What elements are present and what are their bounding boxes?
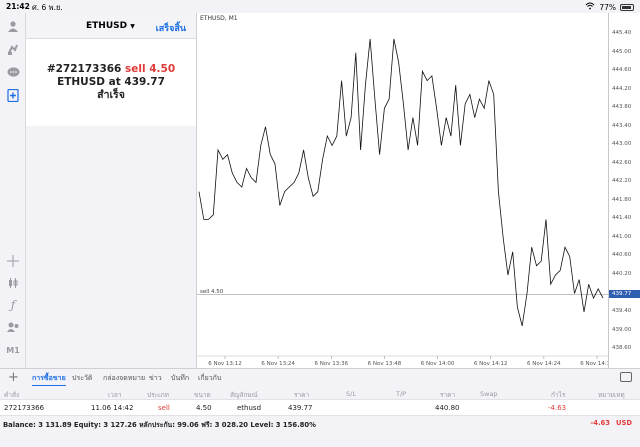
crosshair-icon[interactable] [4,252,22,270]
order-result: #272173366 sell 4.50 ETHUSD at 439.77 สำ… [26,63,196,102]
price-series-line [198,38,604,327]
price-chart[interactable]: ETHUSD, M1 6 Nov 13:12 6 Nov 13:24 6 Nov 1… [196,13,609,368]
chat-icon[interactable] [4,63,22,81]
bottom-area [0,431,640,447]
done-button[interactable]: เสร็จสิ้น [156,21,186,35]
time-tick-label: 6 Nov 14:00 [421,361,455,367]
timeframe-button[interactable]: M1 [4,341,22,359]
row-type: sell [158,404,170,412]
row-size: 4.50 [196,404,212,412]
col-tp: T/P [396,390,407,398]
terminal-tabs: + การซื้อขาย ประวัติ กล่องจดหมาย ข่าว บั… [0,368,640,386]
price-tick-label: 443.80 [612,104,632,111]
time-tick-label: 6 Nov 14:36 [580,361,609,367]
order-price-line: ETHUSD at 439.77 [57,76,165,88]
col-profit: กำไร [551,391,566,399]
price-tick-label: 445.00 [612,48,632,55]
time-tick-label: 6 Nov 13:12 [208,361,242,367]
price-tick-label: 438.60 [612,345,632,352]
price-tick-label: 439.00 [612,326,632,333]
col-price: ราคา [440,391,456,399]
row-order: 272173366 [4,404,45,412]
row-open-price: 439.77 [288,404,313,412]
candles-icon[interactable] [4,274,22,292]
expand-panel-icon[interactable] [620,372,632,382]
col-swap: Swap [480,390,498,398]
time-tick-label: 6 Nov 14:12 [474,361,508,367]
col-time: เวลา [108,391,122,399]
col-comment: หมายเหตุ [598,391,625,399]
account-summary: Balance: 3 131.89 Equity: 3 127.26 หลักป… [0,416,640,431]
table-row[interactable]: 272173366 11.06 14:42 sell 4.50 ethusd 4… [0,400,640,416]
app-window: 21:42 ศ. 6 พ.ย. 77% ƒ M1 ETHUSD ▼ เสร็จส… [0,0,640,447]
price-tick-label: 442.60 [612,159,632,166]
time-tick-label: 6 Nov 13:48 [368,361,402,367]
price-tick-label: 443.00 [612,141,632,148]
price-tick-label: 442.20 [612,178,632,185]
tab-history[interactable]: ประวัติ [72,373,92,384]
trade-panel-header: ETHUSD ▼ เสร็จสิ้น [26,13,196,39]
time-tick-label: 6 Nov 13:24 [261,361,295,367]
col-symbol: สัญลักษณ์ [230,391,258,399]
left-toolbar: ƒ M1 [0,13,26,368]
price-tick-label: 445.40 [612,30,632,37]
row-profit: -4.63 [548,404,567,412]
row-time: 11.06 14:42 [91,404,134,412]
col-size: ขนาด [194,391,211,399]
price-scale[interactable]: 445.40 445.00 444.60 444.20 443.80 443.40 443.… [608,13,640,368]
price-tick-label: 441.40 [612,215,632,222]
order-result-status: สำเร็จ [97,89,125,101]
timeframe-label: M1 [6,345,20,355]
price-tick-label: 441.00 [612,233,632,240]
price-tick-label: 444.20 [612,85,632,92]
col-order: คำสั่ง [4,391,20,399]
row-symbol: ethusd [237,404,262,412]
price-tick-label: 441.80 [612,196,632,203]
new-order-icon[interactable] [4,86,22,104]
positions-table-header: คำสั่ง เวลา ประเภท ขนาด สัญลักษณ์ ราคา S… [0,386,640,400]
add-icon[interactable]: + [8,370,19,385]
balance-summary: Balance: 3 131.89 Equity: 3 127.26 หลักป… [3,421,316,429]
tab-about[interactable]: เกี่ยวกับ [198,373,221,384]
col-type: ประเภท [147,391,169,399]
battery-icon [620,3,634,11]
profit-currency: USD [615,419,632,427]
price-tick-label: 443.40 [612,122,632,129]
row-price: 440.80 [435,404,460,412]
status-time: 21:42 [6,2,30,11]
price-tick-label: 439.40 [612,308,632,315]
time-tick-label: 6 Nov 14:24 [527,361,561,367]
battery-percent: 77% [599,2,616,12]
col-open-price: ราคา [294,391,310,399]
time-tick-label: 6 Nov 13:36 [314,361,348,367]
status-bar: 21:42 ศ. 6 พ.ย. 77% [0,0,640,13]
tab-trade[interactable]: การซื้อขาย [32,373,66,386]
bid-price-marker: 439.77 [609,290,640,299]
symbol-selector[interactable]: ETHUSD ▼ [86,21,135,31]
order-number: #272173366 [46,63,122,75]
function-icon[interactable]: ƒ [4,296,22,314]
price-tick-label: 440.60 [612,252,632,259]
order-level-label: sell 4.50 [200,289,224,295]
chevron-down-icon: ▼ [130,23,135,30]
status-right: 77% [585,2,634,12]
account-icon[interactable] [4,17,22,35]
total-profit: -4.63 [590,419,610,427]
col-sl: S/L [346,390,356,398]
tab-mailbox[interactable]: กล่องจดหมาย [103,373,145,384]
price-tick-label: 444.60 [612,67,632,74]
function-glyph: ƒ [10,298,16,312]
tab-news[interactable]: ข่าว [149,373,162,384]
trade-panel: ETHUSD ▼ เสร็จสิ้น #272173366 sell 4.50 … [26,13,196,126]
tab-journal[interactable]: บันทึก [171,373,189,384]
chart-plot: 6 Nov 13:12 6 Nov 13:24 6 Nov 13:36 6 Nov 1… [197,38,609,367]
objects-icon[interactable] [4,318,22,336]
battery-fill [622,5,632,9]
hand-trade-icon[interactable] [4,40,22,58]
order-side: sell 4.50 [125,63,176,75]
price-tick-label: 440.20 [612,270,632,277]
order-line: #272173366 sell 4.50 [26,63,196,76]
symbol-name: ETHUSD [86,21,128,31]
wifi-icon [585,2,595,12]
